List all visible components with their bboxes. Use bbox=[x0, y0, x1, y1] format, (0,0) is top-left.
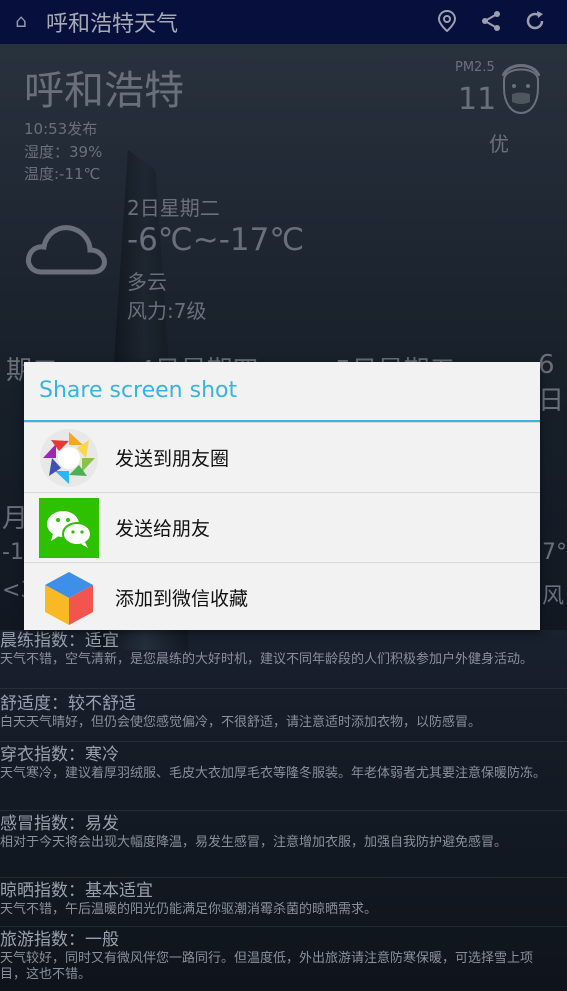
index-title: 穿衣指数：寒冷 bbox=[0, 745, 119, 765]
index-title: 晨练指数：适宜 bbox=[0, 631, 119, 651]
index-item: 晨练指数：适宜 天气不错，空气清新，是您晨练的大好时机，建议不同年龄段的人们积极… bbox=[0, 630, 567, 688]
index-item: 晾晒指数：基本适宜 天气不错，午后温暖的阳光仍能满足你驱潮消霉杀菌的晾晒需求。 bbox=[0, 878, 567, 926]
index-title: 感冒指数：易发 bbox=[0, 814, 119, 834]
index-description: 天气寒冷，建议着厚羽绒服、毛皮大衣加厚毛衣等隆冬服装。年老体弱者尤其要注意保暖防… bbox=[0, 766, 547, 781]
index-title: 舒适度：较不舒适 bbox=[0, 694, 136, 714]
index-title: 旅游指数：一般 bbox=[0, 930, 119, 950]
favorites-cube-icon bbox=[39, 568, 99, 628]
index-description: 天气不错，午后温暖的阳光仍能满足你驱潮消霉杀菌的晾晒需求。 bbox=[0, 902, 378, 917]
send-to-friend-label: 发送给朋友 bbox=[115, 518, 211, 540]
moments-shutter-icon bbox=[39, 428, 99, 488]
index-description: 天气不错，空气清新，是您晨练的大好时机，建议不同年龄段的人们积极参加户外健身活动… bbox=[0, 652, 534, 667]
index-item: 舒适度：较不舒适 白天天气晴好，但仍会使您感觉偏冷，不很舒适，请注意适时添加衣物… bbox=[0, 689, 567, 741]
wechat-icon bbox=[39, 497, 99, 558]
index-description: 白天天气晴好，但仍会使您感觉偏冷，不很舒适，请注意适时添加衣物，以防感冒。 bbox=[0, 715, 482, 730]
add-to-favorites-label: 添加到微信收藏 bbox=[115, 588, 249, 610]
index-item: 感冒指数：易发 相对于今天将会出现大幅度降温，易发生感冒，注意增加衣服，加强自我… bbox=[0, 811, 567, 877]
index-item: 旅游指数：一般 天气较好，同时又有微风伴您一路同行。但温度低，外出旅游请注意防寒… bbox=[0, 927, 567, 983]
share-to-moments-label: 发送到朋友圈 bbox=[115, 448, 230, 470]
share-to-moments-option[interactable]: 发送到朋友圈 bbox=[24, 422, 540, 492]
index-description: 天气较好，同时又有微风伴您一路同行。但温度低，外出旅游请注意防寒保暖，可选择雪上… bbox=[0, 951, 534, 982]
dialog-title: Share screen shot bbox=[39, 378, 238, 403]
share-dialog: Share screen shot 发送到朋友圈 发送给朋友 添加到微信收藏 bbox=[24, 362, 540, 630]
send-to-friend-option[interactable]: 发送给朋友 bbox=[24, 492, 540, 562]
index-title: 晾晒指数：基本适宜 bbox=[0, 881, 153, 901]
index-item: 穿衣指数：寒冷 天气寒冷，建议着厚羽绒服、毛皮大衣加厚毛衣等隆冬服装。年老体弱者… bbox=[0, 742, 567, 810]
life-indices-list: 晨练指数：适宜 天气不错，空气清新，是您晨练的大好时机，建议不同年龄段的人们积极… bbox=[0, 630, 567, 983]
add-to-favorites-option[interactable]: 添加到微信收藏 bbox=[24, 562, 540, 632]
index-description: 相对于今天将会出现大幅度降温，易发生感冒，注意增加衣服，加强自我防护避免感冒。 bbox=[0, 835, 508, 850]
